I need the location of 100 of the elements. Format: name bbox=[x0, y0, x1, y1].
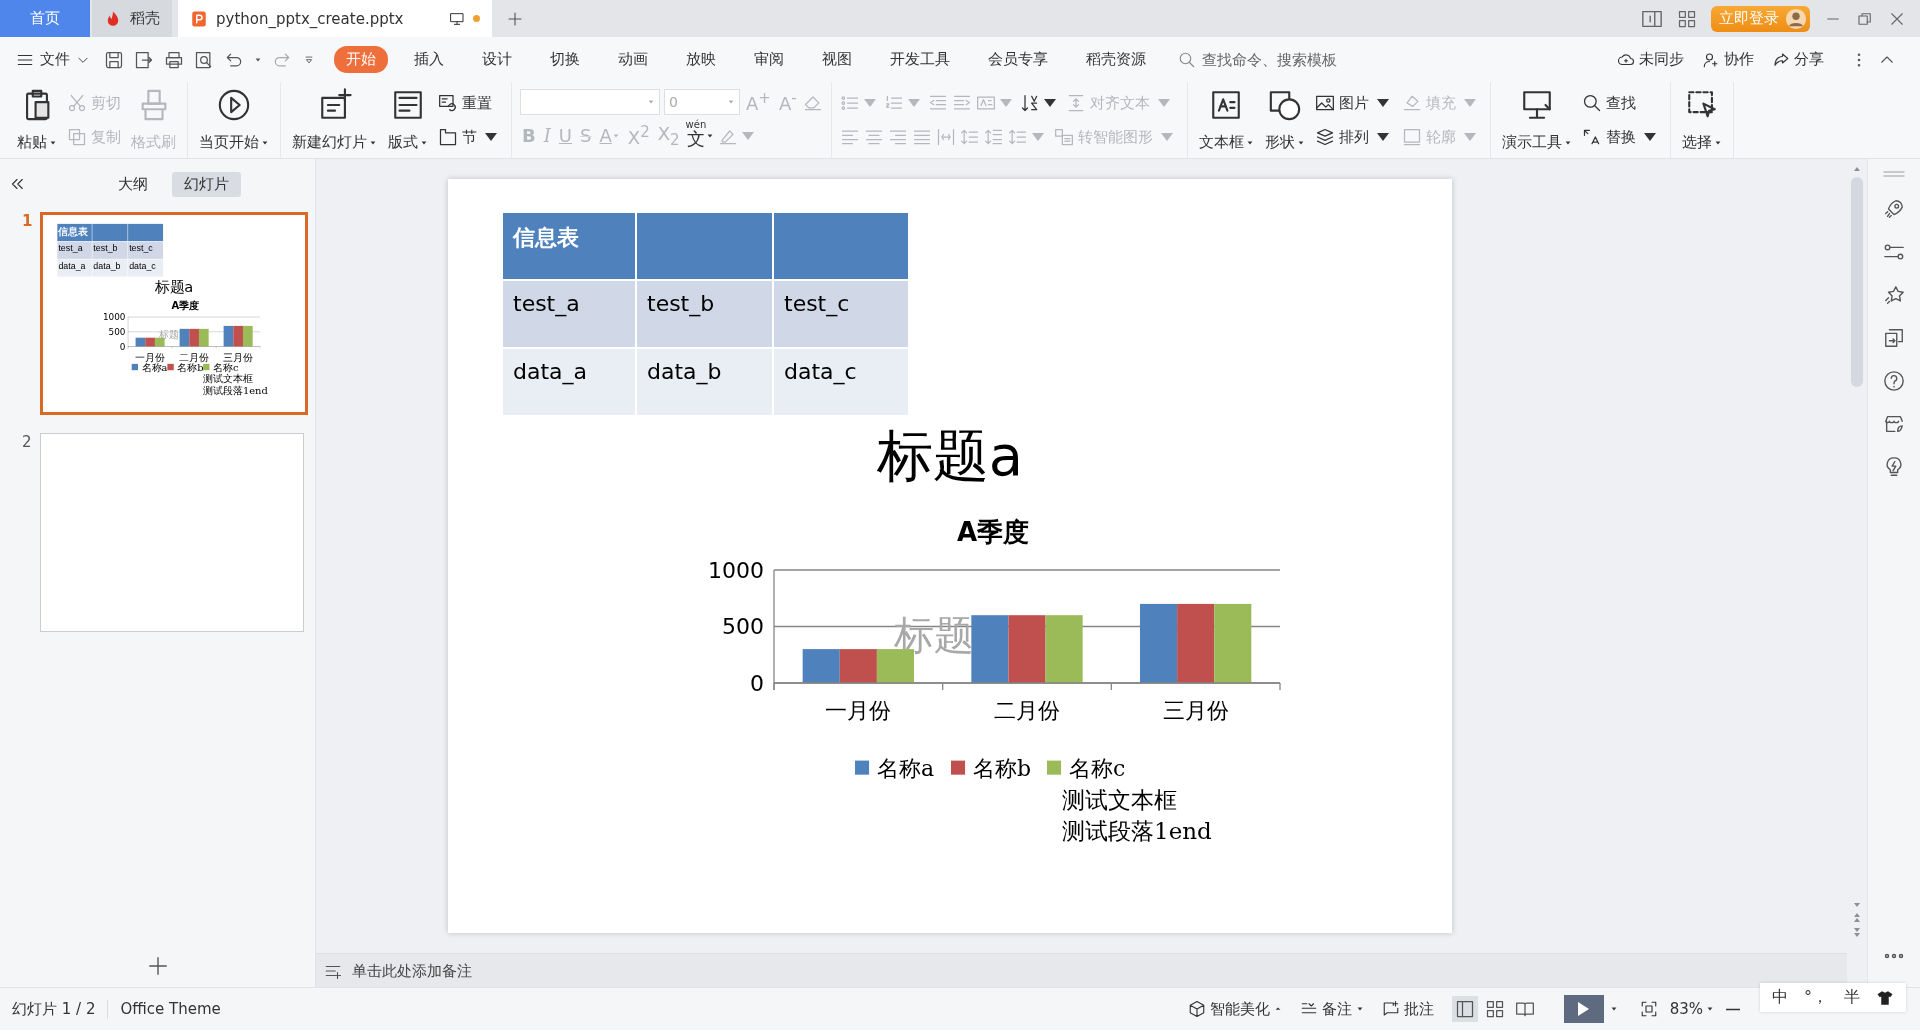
toolbar-button[interactable]: 协作 bbox=[1702, 50, 1754, 69]
tab[interactable]: 首页 bbox=[0, 0, 90, 37]
grid-icon[interactable] bbox=[1677, 8, 1697, 29]
ribbon-button[interactable]: 版式 bbox=[385, 86, 431, 154]
beautify-button[interactable]: 智能美化 bbox=[1187, 999, 1282, 1019]
table-cell: test_b bbox=[637, 281, 772, 347]
lightbulb-icon[interactable] bbox=[1883, 456, 1905, 478]
menu-tab[interactable]: 设计 bbox=[470, 46, 524, 73]
legend-label: 名称a bbox=[877, 756, 935, 781]
menu-tab[interactable]: 视图 bbox=[810, 46, 864, 73]
shirt-icon[interactable] bbox=[1876, 988, 1894, 1007]
bar bbox=[179, 328, 190, 347]
scroll-up-icon[interactable] bbox=[1854, 167, 1860, 171]
shop-icon[interactable] bbox=[1883, 413, 1905, 435]
toolbar-button[interactable]: 分享 bbox=[1772, 50, 1824, 69]
ribbon-button[interactable]: 新建幻灯片 bbox=[289, 86, 380, 154]
zoom-dropdown[interactable]: 83% bbox=[1669, 1000, 1714, 1018]
scrollbar-thumb[interactable] bbox=[1851, 177, 1863, 387]
play-button[interactable] bbox=[1563, 995, 1604, 1023]
tick-label: 0 bbox=[750, 670, 764, 696]
ribbon-button[interactable]: 排列 bbox=[1312, 125, 1395, 149]
ribbon-button[interactable]: 形状 bbox=[1261, 86, 1308, 154]
ribbon-button[interactable]: 查找 bbox=[1579, 91, 1638, 115]
scroll-down-icon[interactable] bbox=[1854, 903, 1860, 907]
ribbon-button[interactable]: 选择 bbox=[1678, 86, 1725, 154]
table-cell: data_a bbox=[57, 259, 92, 277]
category-label: 一月份 bbox=[825, 698, 892, 724]
faded-title-text: 标题 bbox=[159, 327, 180, 340]
help-icon[interactable] bbox=[1883, 370, 1905, 392]
ribbon-button[interactable]: 粘贴 bbox=[14, 86, 60, 154]
copy-icon bbox=[67, 127, 87, 147]
layers-icon bbox=[1314, 127, 1335, 147]
menu-tab[interactable]: 会员专享 bbox=[976, 46, 1060, 73]
ime-toggle[interactable]: 半 bbox=[1844, 987, 1860, 1008]
table-cell: test_a bbox=[503, 281, 635, 347]
menu-tab[interactable]: 动画 bbox=[606, 46, 660, 73]
plus-icon bbox=[146, 955, 169, 977]
fit-window-icon[interactable] bbox=[1639, 1000, 1658, 1018]
caret-icon bbox=[1706, 1005, 1714, 1013]
view-button[interactable] bbox=[1451, 996, 1478, 1022]
ribbon-button[interactable]: 图片 bbox=[1312, 91, 1395, 115]
export-icon[interactable] bbox=[134, 49, 154, 70]
grid-view-icon bbox=[1484, 999, 1505, 1019]
slide-title: 标题a bbox=[875, 422, 1025, 490]
file-menu-button[interactable]: 文件 bbox=[12, 46, 98, 73]
zoom-out-icon[interactable] bbox=[1726, 1007, 1740, 1011]
caret-icon bbox=[1355, 1005, 1364, 1013]
caret-icon bbox=[706, 131, 715, 140]
shapes-icon bbox=[1267, 88, 1302, 122]
comment-plus-icon bbox=[1381, 1000, 1400, 1018]
table-header-cell bbox=[128, 223, 164, 242]
ribbon-button[interactable]: 文本框 bbox=[1195, 86, 1257, 154]
ime-toggle[interactable]: 中 bbox=[1772, 987, 1788, 1008]
tab[interactable]: python_pptx_create.pptx bbox=[178, 0, 492, 37]
text-box-line: 测试段落1end bbox=[1062, 817, 1212, 846]
ime-toggle[interactable]: °， bbox=[1804, 987, 1828, 1008]
play-icon bbox=[1578, 1002, 1590, 1016]
ribbon-button[interactable]: 演示工具 bbox=[1498, 86, 1575, 154]
cube-icon bbox=[1187, 1000, 1206, 1018]
menu-tab[interactable]: 切换 bbox=[538, 46, 592, 73]
presentation-file-icon bbox=[190, 9, 208, 28]
view-tab[interactable]: 幻灯片 bbox=[172, 171, 241, 197]
toolbar-button[interactable]: 未同步 bbox=[1617, 50, 1684, 69]
distribute-icon bbox=[935, 127, 956, 147]
rocket-icon[interactable] bbox=[1883, 198, 1905, 220]
caret-icon bbox=[1296, 138, 1305, 147]
drag-handle-icon[interactable] bbox=[1882, 171, 1906, 177]
ribbon-button[interactable]: 节 bbox=[436, 125, 503, 149]
more-icon[interactable] bbox=[1884, 953, 1904, 959]
search-field[interactable]: 查找命令、搜索模板 bbox=[1200, 49, 1364, 70]
table-cell: test_c bbox=[128, 241, 164, 259]
ribbon-button[interactable]: 替换 bbox=[1579, 125, 1662, 149]
menu-tab[interactable]: 稻壳资源 bbox=[1074, 46, 1158, 73]
slide-thumbnail[interactable] bbox=[40, 433, 304, 632]
star-icon[interactable] bbox=[1883, 284, 1905, 306]
bar bbox=[971, 615, 1009, 683]
paint-bucket-icon bbox=[1401, 93, 1422, 113]
screen-share-icon[interactable] bbox=[1883, 327, 1905, 349]
menu-tab[interactable]: 审阅 bbox=[742, 46, 796, 73]
notes-field[interactable]: 单击此处添加备注 bbox=[350, 960, 654, 981]
view-tab[interactable]: 大纲 bbox=[106, 171, 160, 197]
caret-icon bbox=[261, 138, 269, 147]
phonetic-button[interactable]: 文 wén bbox=[685, 120, 715, 152]
menu-tab[interactable]: 放映 bbox=[674, 46, 728, 73]
print-preview-icon[interactable] bbox=[194, 49, 214, 70]
print-icon[interactable] bbox=[164, 49, 184, 70]
previous-slide-icon[interactable] bbox=[1854, 913, 1860, 922]
save-icon[interactable] bbox=[104, 49, 124, 70]
ribbon-button[interactable]: 重置 bbox=[436, 91, 494, 115]
tab[interactable]: 稻壳 bbox=[92, 0, 172, 37]
menu-tab[interactable]: 开发工具 bbox=[878, 46, 962, 73]
play-circle-icon bbox=[217, 88, 251, 122]
slide-thumbnail[interactable]: 信息表 test_a test_b test_c data_a data_b data_c 标题a A季度 1000 500 标题 0 一月份 二月份 三月份 名称a 名称b 名称c 测试文本框 测试段落1end bbox=[40, 212, 308, 415]
comments-button[interactable]: 批注 bbox=[1381, 999, 1434, 1019]
search-icon bbox=[1178, 50, 1196, 69]
menu-tab[interactable]: 插入 bbox=[402, 46, 456, 73]
sliders-icon[interactable] bbox=[1883, 241, 1905, 263]
next-slide-icon[interactable] bbox=[1854, 928, 1860, 937]
ribbon-button[interactable]: 当页开始 bbox=[196, 86, 272, 154]
notes-button[interactable]: 备注 bbox=[1299, 999, 1364, 1019]
